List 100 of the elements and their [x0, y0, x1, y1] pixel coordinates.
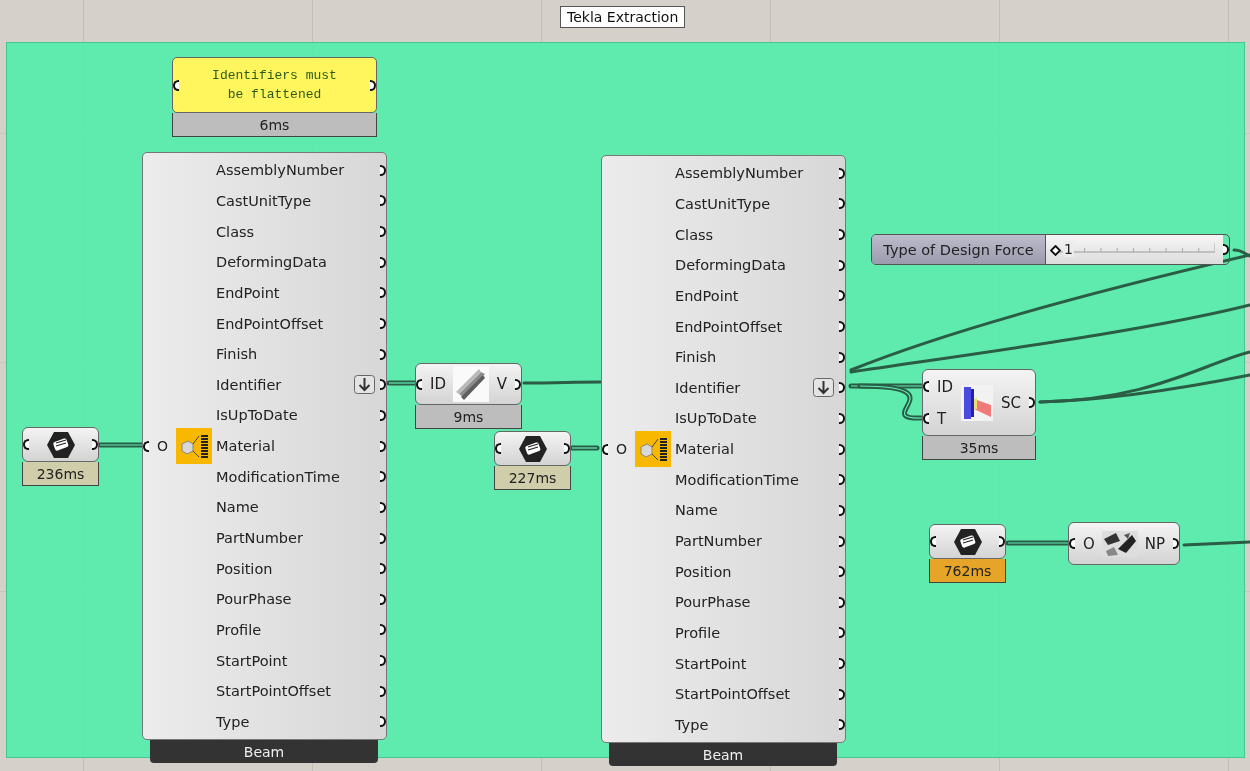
input-port[interactable]: [923, 381, 929, 392]
timing-label: 227ms: [494, 466, 571, 490]
output-port[interactable]: [839, 351, 845, 363]
steel-beam-icon: [453, 366, 490, 402]
output-port[interactable]: [999, 536, 1005, 547]
output-port[interactable]: [380, 563, 386, 575]
output-label: EndPointOffset: [216, 315, 325, 332]
input-port[interactable]: [143, 440, 149, 452]
flatten-icon[interactable]: [354, 375, 375, 395]
output-label: PourPhase: [675, 594, 752, 611]
output-port[interactable]: [380, 716, 386, 728]
output-label: Identifier: [675, 379, 742, 396]
output-label: CastUnitType: [675, 195, 772, 212]
output-port[interactable]: [380, 409, 386, 421]
input-port[interactable]: [930, 536, 936, 547]
picker-node[interactable]: [22, 427, 99, 462]
component-node[interactable]: ID V: [415, 363, 522, 405]
output-port[interactable]: [839, 535, 845, 547]
output-port[interactable]: [839, 658, 845, 670]
output-port[interactable]: [1173, 538, 1179, 549]
output-port[interactable]: [839, 719, 845, 731]
timing-label: 6ms: [172, 113, 377, 137]
output-port[interactable]: [839, 474, 845, 486]
output-port[interactable]: [380, 256, 386, 268]
output-port[interactable]: [839, 290, 845, 302]
output-label: Finish: [675, 349, 718, 366]
output-label: AssemblyNumber: [216, 162, 346, 179]
output-port[interactable]: [515, 378, 521, 390]
hexagon-icon: [517, 433, 548, 464]
output-port[interactable]: [839, 627, 845, 639]
output-port[interactable]: [839, 321, 845, 332]
output-port[interactable]: [380, 226, 386, 238]
output-port[interactable]: [380, 348, 386, 360]
output-port[interactable]: [380, 379, 386, 391]
output-label: NP: [1144, 534, 1165, 553]
output-port[interactable]: [380, 624, 386, 636]
output-label: PartNumber: [216, 530, 304, 546]
wire: [569, 445, 600, 451]
output-port[interactable]: [380, 195, 386, 207]
output-label: ModificationTime: [675, 471, 800, 488]
input-port[interactable]: [923, 413, 929, 424]
input-port[interactable]: [23, 439, 29, 450]
component-node[interactable]: ID T SC: [922, 369, 1036, 436]
flatten-icon[interactable]: [813, 378, 834, 398]
output-port[interactable]: [839, 566, 845, 578]
output-label: PartNumber: [675, 533, 763, 549]
output-port[interactable]: [370, 79, 376, 91]
picker-node[interactable]: [929, 524, 1006, 559]
slider-thumb[interactable]: [1050, 244, 1061, 256]
output-port[interactable]: [564, 443, 570, 454]
input-port[interactable]: [1069, 538, 1075, 549]
output-port[interactable]: [839, 167, 845, 179]
output-label: Identifier: [216, 376, 283, 393]
output-port[interactable]: [380, 685, 386, 697]
input-port[interactable]: [416, 378, 422, 390]
output-port[interactable]: [839, 596, 845, 608]
output-label: Name: [216, 499, 260, 516]
wire: [1005, 540, 1071, 546]
output-label: AssemblyNumber: [675, 165, 805, 182]
output-port[interactable]: [839, 229, 845, 241]
output-port[interactable]: [1029, 397, 1035, 408]
deconstruct-node[interactable]: [601, 155, 846, 743]
output-port[interactable]: [92, 439, 98, 450]
output-port[interactable]: [839, 382, 845, 394]
output-port[interactable]: [380, 655, 386, 667]
output-port[interactable]: [839, 443, 845, 455]
explode-icon: [635, 431, 672, 468]
output-port[interactable]: [839, 412, 845, 424]
picker-node[interactable]: [494, 431, 571, 466]
input-port[interactable]: [602, 443, 608, 455]
output-port[interactable]: [839, 504, 845, 516]
output-port[interactable]: [380, 287, 386, 299]
group-title: Tekla Extraction: [560, 6, 686, 28]
output-port[interactable]: [380, 440, 386, 452]
output-port[interactable]: [1223, 244, 1229, 255]
output-port[interactable]: [839, 198, 845, 210]
output-port[interactable]: [380, 501, 386, 513]
output-port[interactable]: [380, 164, 386, 176]
slider-label: Type of Design Force: [872, 235, 1046, 264]
deconstruct-node[interactable]: [142, 152, 387, 740]
output-port[interactable]: [839, 688, 845, 700]
note-panel[interactable]: Identifiers must be flattened: [172, 57, 377, 113]
hexagon-icon: [45, 429, 76, 460]
input-port[interactable]: [495, 443, 501, 454]
component-node[interactable]: O NP: [1068, 522, 1180, 565]
output-label: V: [496, 375, 507, 393]
input-port[interactable]: [173, 79, 179, 91]
output-label: StartPointOffset: [675, 686, 791, 703]
output-label: EndPoint: [216, 284, 281, 301]
output-port[interactable]: [380, 593, 386, 605]
output-label: DeformingData: [216, 254, 328, 271]
number-slider[interactable]: Type of Design Force 1: [871, 234, 1230, 265]
output-port[interactable]: [380, 471, 386, 483]
output-port[interactable]: [839, 259, 845, 271]
output-label: Class: [675, 226, 715, 243]
timing-label: 35ms: [922, 436, 1036, 460]
output-port[interactable]: [380, 532, 386, 544]
output-label: CastUnitType: [216, 192, 313, 209]
output-label: PourPhase: [216, 591, 293, 608]
output-port[interactable]: [380, 318, 386, 329]
